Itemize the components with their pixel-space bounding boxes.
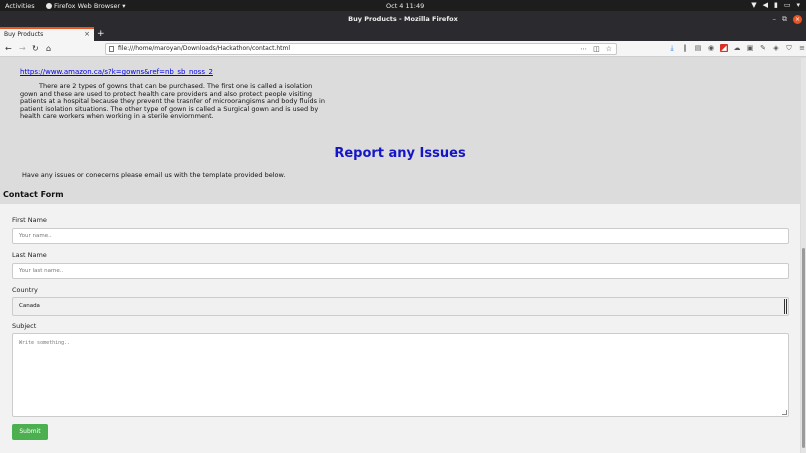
country-select[interactable]: Canada	[12, 297, 789, 316]
url-bar[interactable]: file:///home/maroyan/Downloads/Hackathon…	[105, 43, 617, 55]
app-menu-label: Firefox Web Browser	[54, 2, 121, 10]
select-arrows-icon	[784, 299, 787, 314]
app-menu-button[interactable]: Firefox Web Browser ▾	[46, 2, 126, 10]
window-title: Buy Products - Mozilla Firefox	[348, 15, 458, 23]
mic-icon: ▮	[774, 1, 778, 9]
close-tab-icon[interactable]: ×	[84, 29, 90, 40]
chevron-down-icon: ▾	[122, 2, 126, 10]
tab-buy-products[interactable]: Buy Products ×	[0, 27, 94, 41]
extension-icon[interactable]: ◉	[707, 44, 715, 52]
last-name-input[interactable]: Your last name..	[12, 263, 789, 279]
subject-label: Subject	[12, 322, 37, 330]
network-icon: ▼	[751, 1, 757, 9]
submit-button[interactable]: Submit	[12, 424, 48, 440]
hamburger-menu-icon[interactable]: ≡	[798, 44, 806, 52]
page-actions-icon[interactable]: ⋯	[580, 44, 587, 54]
cloud-extension-icon[interactable]: ☁	[733, 44, 741, 52]
clock[interactable]: Oct 4 11:49	[386, 2, 424, 10]
window-titlebar: Buy Products - Mozilla Firefox – ⧉ ×	[0, 11, 806, 27]
battery-icon: ▭	[783, 1, 791, 9]
home-button[interactable]: ⌂	[46, 43, 51, 54]
bookmark-star-icon[interactable]: ☆	[606, 44, 612, 54]
sidebar-icon[interactable]: ▤	[694, 44, 702, 52]
gown-info-paragraph: There are 2 types of gowns that can be p…	[20, 82, 325, 120]
resize-grip-icon[interactable]	[782, 410, 787, 415]
extension-icon[interactable]: ▣	[746, 44, 754, 52]
last-name-label: Last Name	[12, 251, 47, 259]
close-window-button[interactable]: ×	[793, 14, 802, 24]
scrollbar-thumb[interactable]	[802, 248, 805, 448]
tab-strip: Buy Products × +	[0, 27, 806, 41]
country-label: Country	[12, 286, 38, 294]
tab-label: Buy Products	[4, 31, 44, 38]
minimize-button[interactable]: –	[773, 14, 777, 24]
contact-form: First Name Your name.. Last Name Your la…	[0, 204, 800, 453]
pocket-icon[interactable]: ◫	[593, 44, 600, 54]
extension-icon[interactable]: ◈	[772, 44, 780, 52]
activities-button[interactable]: Activities	[5, 2, 35, 10]
new-tab-button[interactable]: +	[97, 28, 105, 40]
system-tray[interactable]: ▼ ◀ ▮ ▭ ▾	[751, 1, 800, 9]
contact-form-title: Contact Form	[3, 190, 64, 199]
page-icon	[109, 46, 114, 52]
back-button[interactable]: ←	[5, 43, 12, 54]
firefox-icon	[46, 3, 52, 9]
pdf-extension-icon[interactable]: ◢	[720, 44, 728, 52]
page-title: Report any Issues	[334, 146, 466, 161]
page-content: https://www.amazon.ca/s?k=gowns&ref=nb_s…	[0, 58, 806, 453]
page-scrollbar[interactable]	[801, 58, 806, 453]
window-controls: – ⧉ ×	[773, 14, 802, 24]
tray-menu-icon: ▾	[796, 1, 800, 9]
first-name-input[interactable]: Your name..	[12, 228, 789, 244]
issues-description: Have any issues or conecerns please emai…	[22, 171, 286, 179]
url-text: file:///home/maroyan/Downloads/Hackathon…	[118, 45, 291, 52]
volume-icon: ◀	[762, 1, 768, 9]
library-icon[interactable]: ‖	[681, 44, 689, 52]
download-icon[interactable]: ⤓	[668, 44, 676, 52]
first-name-label: First Name	[12, 216, 47, 224]
country-selected-value: Canada	[19, 303, 40, 309]
navigation-toolbar: ← → ↻ ⌂ file:///home/maroyan/Downloads/H…	[0, 41, 806, 57]
reload-button[interactable]: ↻	[32, 43, 39, 54]
toolbar-icons: ⤓ ‖ ▤ ◉ ◢ ☁ ▣ ✎ ◈ ⛉ ≡	[668, 44, 806, 52]
url-actions: ⋯ ◫ ☆	[580, 44, 612, 54]
shield-icon[interactable]: ⛉	[785, 44, 793, 52]
maximize-button[interactable]: ⧉	[782, 14, 787, 24]
forward-button[interactable]: →	[19, 43, 26, 54]
gnome-top-bar: Activities Firefox Web Browser ▾ Oct 4 1…	[0, 0, 806, 11]
extension-icon[interactable]: ✎	[759, 44, 767, 52]
subject-textarea[interactable]: Write something..	[12, 333, 789, 417]
amazon-gowns-link[interactable]: https://www.amazon.ca/s?k=gowns&ref=nb_s…	[20, 68, 213, 76]
subject-placeholder: Write something..	[19, 340, 71, 346]
